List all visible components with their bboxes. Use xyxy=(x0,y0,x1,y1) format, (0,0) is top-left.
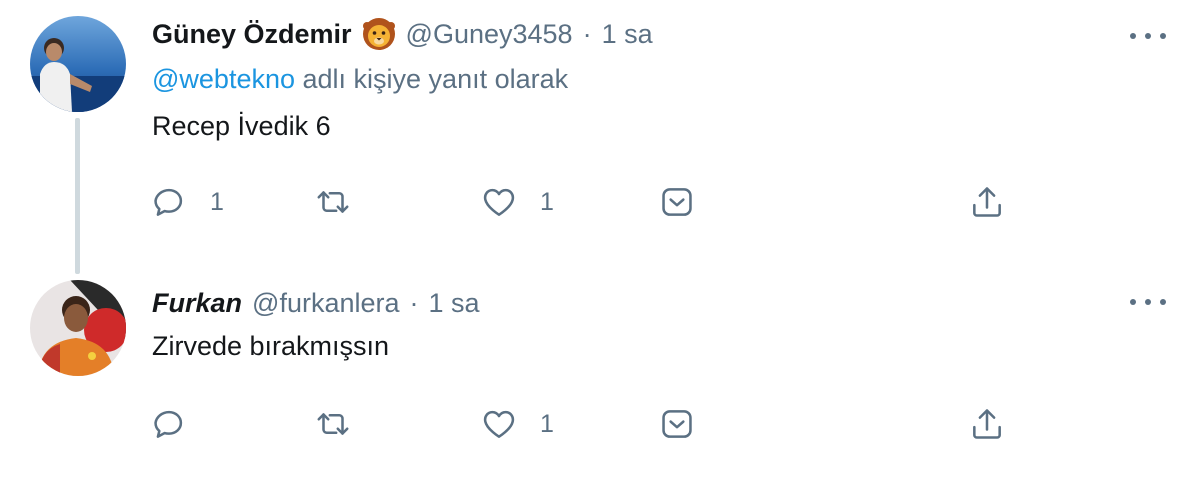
action-bar: 1 1 xyxy=(150,182,1020,222)
save-icon xyxy=(662,410,692,438)
tweet-header: Furkan @furkanlera · 1 sa xyxy=(152,286,480,320)
more-options-icon[interactable] xyxy=(1130,26,1166,46)
share-icon xyxy=(973,409,1001,439)
more-options-icon[interactable] xyxy=(1130,292,1166,312)
reply-button[interactable]: 1 xyxy=(150,182,224,222)
display-name[interactable]: Güney Özdemir xyxy=(152,17,352,51)
tweet-text: Zirvede bırakmışsın xyxy=(152,331,390,361)
like-button[interactable]: 1 xyxy=(480,404,554,444)
retweet-icon xyxy=(317,191,349,213)
like-icon xyxy=(483,410,515,438)
separator-dot: · xyxy=(582,19,592,49)
share-button[interactable] xyxy=(968,404,1006,444)
like-count: 1 xyxy=(540,409,554,438)
retweet-button[interactable] xyxy=(314,404,374,444)
share-button[interactable] xyxy=(968,182,1006,222)
tweet-parent[interactable]: Güney Özdemir @Guney3458 · 1 sa @webtekn… xyxy=(0,0,1200,274)
timestamp[interactable]: 1 sa xyxy=(429,286,480,320)
thread-connector-line xyxy=(75,118,80,274)
separator-dot: · xyxy=(409,288,419,318)
retweet-icon xyxy=(317,413,349,435)
like-icon xyxy=(483,188,515,216)
retweet-button[interactable] xyxy=(314,182,374,222)
lion-emoji-icon xyxy=(362,17,396,51)
timestamp[interactable]: 1 sa xyxy=(602,17,653,51)
avatar[interactable] xyxy=(30,16,126,112)
share-icon xyxy=(973,187,1001,217)
reply-count: 1 xyxy=(210,187,224,216)
save-button[interactable] xyxy=(658,182,696,222)
reply-context: @webtekno adlı kişiye yanıt olarak xyxy=(152,62,568,96)
user-handle[interactable]: @furkanlera xyxy=(252,286,399,320)
reply-icon xyxy=(154,188,183,216)
like-count: 1 xyxy=(540,187,554,216)
tweet-header: Güney Özdemir @Guney3458 · 1 sa xyxy=(152,17,653,51)
user-handle[interactable]: @Guney3458 xyxy=(406,17,573,51)
like-button[interactable]: 1 xyxy=(480,182,554,222)
tweet-text: Recep İvedik 6 xyxy=(152,111,331,141)
reply-context-text: adlı kişiye yanıt olarak xyxy=(295,64,569,94)
save-icon xyxy=(662,188,692,216)
save-button[interactable] xyxy=(658,404,696,444)
display-name[interactable]: Furkan xyxy=(152,286,242,320)
avatar[interactable] xyxy=(30,280,126,376)
tweet-reply[interactable]: Furkan @furkanlera · 1 sa Zirvede bırakm… xyxy=(0,270,1200,479)
mention-link[interactable]: @webtekno xyxy=(152,64,295,94)
reply-icon xyxy=(154,410,183,438)
reply-button[interactable] xyxy=(150,404,210,444)
action-bar: 1 xyxy=(150,404,1020,444)
